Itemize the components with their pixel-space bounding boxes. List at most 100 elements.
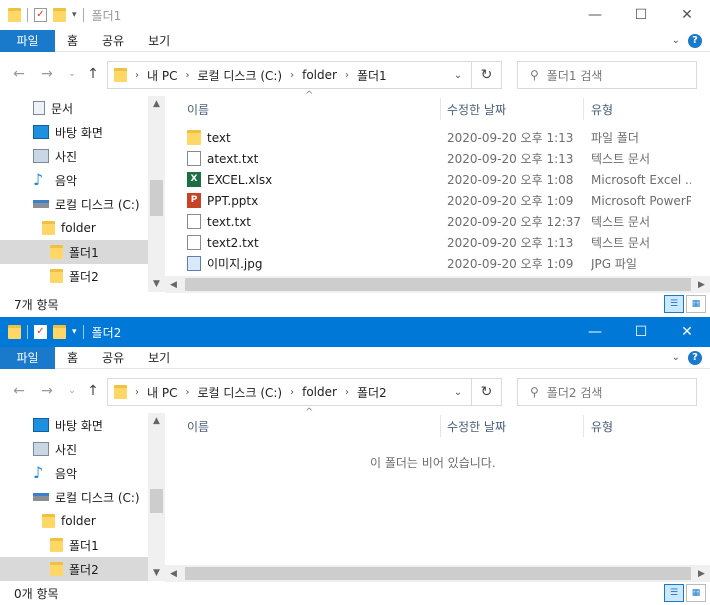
breadcrumb-chevron-icon[interactable]: › [290, 387, 294, 398]
scrollbar-thumb[interactable] [185, 567, 691, 580]
breadcrumb-this-pc[interactable]: 내 PC [147, 67, 177, 84]
up-button[interactable]: ↑ [84, 65, 102, 83]
breadcrumb-local-disk[interactable]: 로컬 디스크 (C:) [197, 67, 282, 84]
breadcrumb-chevron-icon[interactable]: › [345, 387, 349, 398]
column-name[interactable]: 이름 [181, 96, 209, 122]
details-view-icon[interactable]: ☰ [664, 584, 684, 602]
tab-file[interactable]: 파일 [0, 346, 55, 369]
column-type[interactable]: 유형 [585, 96, 613, 122]
large-icons-view-icon[interactable]: ▦ [686, 295, 706, 313]
breadcrumb-chevron-icon[interactable]: › [290, 70, 294, 81]
tree-item-folder1[interactable]: 폴더1 [0, 240, 148, 264]
column-name[interactable]: 이름 [181, 413, 209, 439]
breadcrumb-chevron-icon[interactable]: › [345, 70, 349, 81]
tree-item-local-disk[interactable]: 로컬 디스크 (C:) [0, 192, 148, 216]
address-dropdown-icon[interactable]: ⌄ [445, 62, 471, 88]
breadcrumb-chevron-icon[interactable]: › [135, 70, 139, 81]
breadcrumb-current[interactable]: 폴더2 [357, 384, 387, 401]
address-bar[interactable]: › 내 PC › 로컬 디스크 (C:) › folder › 폴더1 ⌄ [107, 61, 472, 89]
search-box[interactable]: ⚲ 폴더1 검색 [517, 61, 697, 89]
tree-vertical-scrollbar[interactable]: ▲ ▼ [148, 96, 165, 292]
breadcrumb-folder[interactable]: folder [302, 385, 337, 399]
minimize-button[interactable]: — [572, 317, 618, 347]
scrollbar-thumb[interactable] [150, 180, 163, 216]
expand-ribbon-icon[interactable]: ⌄ [672, 352, 680, 363]
tree-item-desktop[interactable]: 바탕 화면 [0, 120, 148, 144]
file-row[interactable]: atext.txt 2020-09-20 오후 1:13 텍스트 문서 [165, 148, 710, 169]
scroll-left-arrow-icon[interactable]: ◀ [165, 276, 182, 293]
tree-item-local-disk[interactable]: 로컬 디스크 (C:) [0, 485, 148, 509]
column-type[interactable]: 유형 [585, 413, 613, 439]
scroll-right-arrow-icon[interactable]: ▶ [693, 565, 710, 582]
tab-share[interactable]: 공유 [90, 30, 136, 52]
file-row[interactable]: P PPT.pptx 2020-09-20 오후 1:09 Microsoft … [165, 190, 710, 211]
address-bar[interactable]: › 내 PC › 로컬 디스크 (C:) › folder › 폴더2 ⌄ [107, 378, 472, 406]
scroll-left-arrow-icon[interactable]: ◀ [165, 565, 182, 582]
expand-ribbon-icon[interactable]: ⌄ [672, 35, 680, 46]
breadcrumb-chevron-icon[interactable]: › [185, 387, 189, 398]
breadcrumb-this-pc[interactable]: 내 PC [147, 384, 177, 401]
customize-qat-icon[interactable]: ▾ [72, 10, 77, 20]
customize-qat-icon[interactable]: ▾ [72, 327, 77, 337]
properties-icon[interactable]: ✓ [34, 8, 47, 22]
title-bar[interactable]: ✓ ▾ 폴더2 — ☐ ✕ [0, 317, 710, 347]
file-list-horizontal-scrollbar[interactable]: ◀ ▶ [165, 276, 710, 293]
title-bar[interactable]: ✓ ▾ 폴더1 — ☐ ✕ [0, 0, 710, 30]
new-folder-icon[interactable] [53, 325, 66, 339]
scroll-down-arrow-icon[interactable]: ▼ [148, 276, 165, 292]
search-box[interactable]: ⚲ 폴더2 검색 [517, 378, 697, 406]
scroll-right-arrow-icon[interactable]: ▶ [693, 276, 710, 293]
refresh-button[interactable]: ↻ [472, 61, 502, 89]
file-row[interactable]: X EXCEL.xlsx 2020-09-20 오후 1:08 Microsof… [165, 169, 710, 190]
close-button[interactable]: ✕ [664, 0, 710, 30]
forward-button[interactable]: → [38, 382, 56, 400]
tree-item-folder1[interactable]: 폴더1 [0, 533, 148, 557]
file-row[interactable]: text2.txt 2020-09-20 오후 1:13 텍스트 문서 [165, 232, 710, 253]
tree-item-folder2[interactable]: 폴더2 [0, 264, 148, 288]
minimize-button[interactable]: — [572, 0, 618, 30]
back-button[interactable]: ← [10, 65, 28, 83]
tab-view[interactable]: 보기 [136, 30, 182, 52]
breadcrumb-chevron-icon[interactable]: › [135, 387, 139, 398]
column-date-modified[interactable]: 수정한 날짜 [441, 413, 506, 439]
file-list-horizontal-scrollbar[interactable]: ◀ ▶ [165, 565, 710, 582]
tab-home[interactable]: 홈 [55, 30, 90, 52]
details-view-icon[interactable]: ☰ [664, 295, 684, 313]
breadcrumb-folder[interactable]: folder [302, 68, 337, 82]
tree-item-music[interactable]: ♪ 음악 [0, 168, 148, 192]
forward-button[interactable]: → [38, 65, 56, 83]
maximize-button[interactable]: ☐ [618, 0, 664, 30]
new-folder-icon[interactable] [53, 8, 66, 22]
tab-file[interactable]: 파일 [0, 29, 55, 52]
tree-item-music[interactable]: ♪ 음악 [0, 461, 148, 485]
tree-item-documents[interactable]: 문서 [0, 96, 148, 120]
tree-item-desktop[interactable]: 바탕 화면 [0, 413, 148, 437]
up-button[interactable]: ↑ [84, 382, 102, 400]
column-divider[interactable] [583, 98, 584, 120]
properties-icon[interactable]: ✓ [34, 325, 47, 339]
tab-view[interactable]: 보기 [136, 347, 182, 369]
address-dropdown-icon[interactable]: ⌄ [445, 379, 471, 405]
tab-home[interactable]: 홈 [55, 347, 90, 369]
tab-share[interactable]: 공유 [90, 347, 136, 369]
breadcrumb-chevron-icon[interactable]: › [185, 70, 189, 81]
help-icon[interactable]: ? [688, 350, 702, 365]
help-icon[interactable]: ? [688, 33, 702, 48]
recent-locations-chevron-icon[interactable]: ⌄ [63, 65, 81, 83]
file-row[interactable]: text 2020-09-20 오후 1:13 파일 폴더 [165, 127, 710, 148]
recent-locations-chevron-icon[interactable]: ⌄ [63, 382, 81, 400]
scroll-up-arrow-icon[interactable]: ▲ [148, 413, 165, 429]
tree-item-pictures[interactable]: 사진 [0, 144, 148, 168]
refresh-button[interactable]: ↻ [472, 378, 502, 406]
scrollbar-thumb[interactable] [185, 278, 691, 291]
close-button[interactable]: ✕ [664, 317, 710, 347]
maximize-button[interactable]: ☐ [618, 317, 664, 347]
breadcrumb-local-disk[interactable]: 로컬 디스크 (C:) [197, 384, 282, 401]
tree-item-folder[interactable]: folder [0, 509, 148, 533]
column-date-modified[interactable]: 수정한 날짜 [441, 96, 506, 122]
tree-item-folder[interactable]: folder [0, 216, 148, 240]
back-button[interactable]: ← [10, 382, 28, 400]
tree-vertical-scrollbar[interactable]: ▲ ▼ [148, 413, 165, 581]
large-icons-view-icon[interactable]: ▦ [686, 584, 706, 602]
breadcrumb-current[interactable]: 폴더1 [357, 67, 387, 84]
